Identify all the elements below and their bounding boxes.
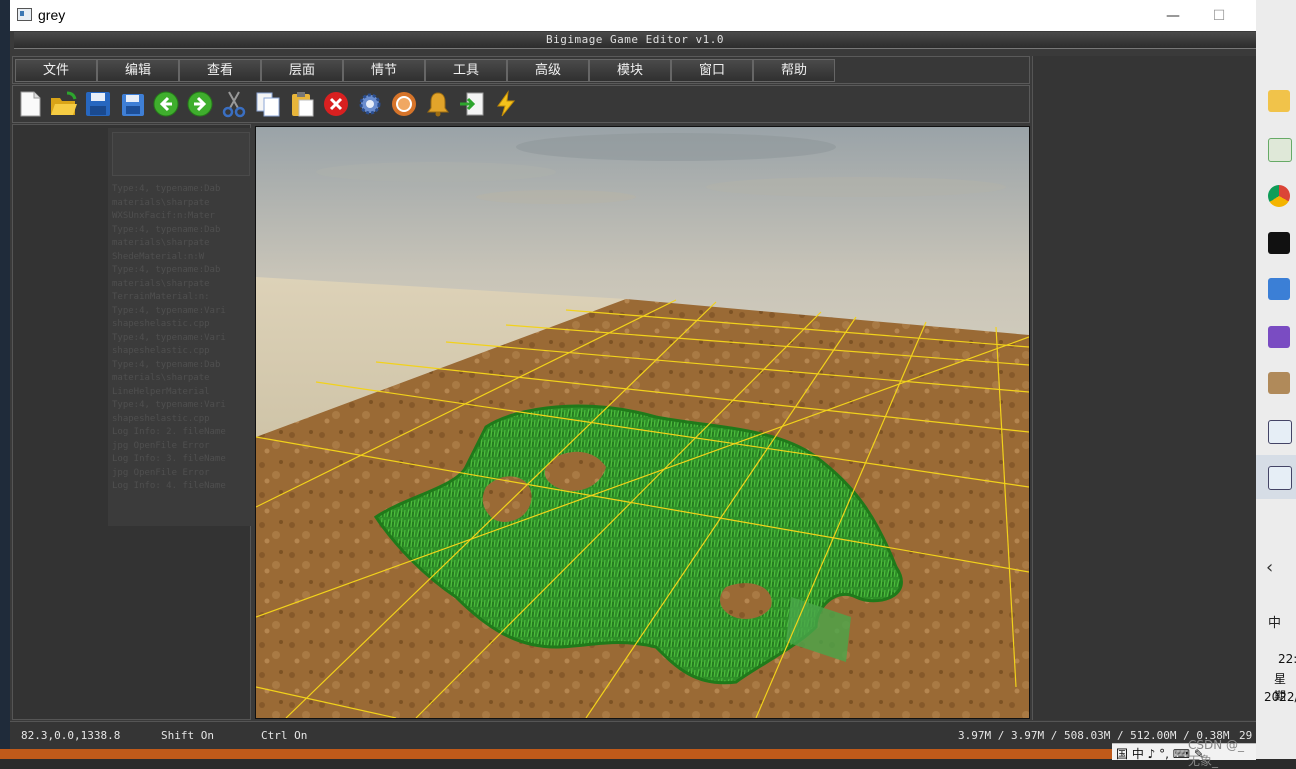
clock-date[interactable]: 2022/ xyxy=(1264,690,1296,704)
log-line: LineHelperMaterial xyxy=(112,386,210,397)
visual-studio-icon[interactable] xyxy=(1268,326,1290,348)
log-line: jpg OpenFile Error xyxy=(112,467,210,478)
properties-panel xyxy=(1032,56,1257,720)
export-icon[interactable] xyxy=(457,89,487,119)
log-line: Log Info: 2. fileName xyxy=(112,427,226,437)
clock-time[interactable]: 22: xyxy=(1278,652,1296,666)
log-line: Type:4, typename:Dab xyxy=(112,265,221,275)
3d-viewport[interactable] xyxy=(255,126,1030,719)
log-line: shapeshelastic.cpp xyxy=(112,346,210,356)
log-line: Log Info: 4. fileName xyxy=(112,481,226,491)
log-line: materials\sharpate xyxy=(112,278,210,289)
menu-plot[interactable]: 情节 xyxy=(343,59,425,82)
log-line: materials\sharpate xyxy=(112,238,210,248)
save-icon[interactable] xyxy=(83,89,113,119)
lightning-icon[interactable] xyxy=(491,89,521,119)
terminal-icon[interactable] xyxy=(1268,232,1290,254)
menu-file[interactable]: 文件 xyxy=(15,59,97,82)
open-folder-icon[interactable] xyxy=(49,89,79,119)
os-window-titlebar: grey — ☐ xyxy=(10,0,1256,32)
menu-advanced[interactable]: 高级 xyxy=(507,59,589,82)
log-line: WXSUnxFacif:n:Mater xyxy=(112,211,215,221)
editor-titlebar: Bigimage Game Editor v1.0 xyxy=(14,32,1256,49)
minimize-button[interactable]: — xyxy=(1150,0,1196,31)
copy-icon[interactable] xyxy=(253,89,283,119)
active-app-highlight[interactable] xyxy=(1256,455,1296,499)
folder-icon[interactable] xyxy=(1268,90,1290,112)
log-header xyxy=(112,132,250,176)
toolbar xyxy=(12,85,1030,123)
status-bar: 82.3,0.0,1338.8 Shift On Ctrl On 3.97M /… xyxy=(10,721,1256,750)
log-line: Type:4, typename:Vari xyxy=(112,400,226,410)
log-line: shapeshelastic.cpp xyxy=(112,413,210,424)
ctrl-state: Ctrl On xyxy=(261,729,308,742)
log-line: Type:4, typename:Dab xyxy=(112,359,221,370)
menu-layer[interactable]: 层面 xyxy=(261,59,343,82)
os-window-title: grey xyxy=(38,7,66,23)
monitor-app-icon[interactable] xyxy=(1268,138,1292,162)
menu-view[interactable]: 查看 xyxy=(179,59,261,82)
desktop-bottom-edge xyxy=(0,749,1256,759)
back-arrow-icon[interactable] xyxy=(151,89,181,119)
menu-help[interactable]: 帮助 xyxy=(753,59,835,82)
ime-toolbar[interactable]: 国 中 ♪ °, ⌨ ✎ CSDN @_无象_ xyxy=(1112,738,1256,768)
shift-state: Shift On xyxy=(161,729,214,742)
tool-app-icon[interactable] xyxy=(1268,372,1290,394)
grey-window-icon[interactable] xyxy=(1268,466,1292,490)
log-line: Log Info: 3. fileName xyxy=(112,454,226,464)
os-taskbar: ‹ 中 22: 星期 2022/ xyxy=(1256,0,1296,759)
log-line: materials\sharpate xyxy=(112,197,210,208)
menu-module[interactable]: 模块 xyxy=(589,59,671,82)
app-window-icon xyxy=(17,8,32,21)
cut-icon[interactable] xyxy=(219,89,249,119)
maximize-button[interactable]: ☐ xyxy=(1196,0,1242,31)
log-line: ShedeMaterial:n:W xyxy=(112,251,205,262)
new-file-icon[interactable] xyxy=(15,89,45,119)
chrome-icon[interactable] xyxy=(1268,185,1290,207)
settings-gear-icon[interactable] xyxy=(355,89,385,119)
log-line: TerrainMaterial:n: xyxy=(112,292,210,302)
menu-bar: 文件 编辑 查看 层面 情节 工具 高级 模块 窗口 帮助 xyxy=(12,56,1030,84)
log-line: Type:4, typename:Dab xyxy=(112,184,221,194)
menu-edit[interactable]: 编辑 xyxy=(97,59,179,82)
log-line: Type:4, typename:Vari xyxy=(112,332,226,343)
forward-arrow-icon[interactable] xyxy=(185,89,215,119)
editor-title: Bigimage Game Editor v1.0 xyxy=(545,33,725,46)
log-panel: Type:4, typename:Dab materials\sharpate WX… xyxy=(108,128,254,526)
editor-app-icon[interactable] xyxy=(1268,420,1292,444)
ime-indicator[interactable]: 中 xyxy=(1268,612,1281,631)
log-line: Type:4, typename:Vari xyxy=(112,305,226,316)
menu-window[interactable]: 窗口 xyxy=(671,59,753,82)
render-icon[interactable] xyxy=(389,89,419,119)
delete-icon[interactable] xyxy=(321,89,351,119)
save-as-icon[interactable] xyxy=(117,89,147,119)
coordinates-readout: 82.3,0.0,1338.8 xyxy=(21,729,121,742)
log-line: materials\sharpate xyxy=(112,373,210,383)
menu-tools[interactable]: 工具 xyxy=(425,59,507,82)
remote-desktop-icon[interactable] xyxy=(1268,278,1290,300)
bell-icon[interactable] xyxy=(423,89,453,119)
paste-icon[interactable] xyxy=(287,89,317,119)
chevron-left-icon[interactable]: ‹ xyxy=(1266,557,1273,578)
log-line: Type:4, typename:Dab xyxy=(112,224,221,235)
watermark: CSDN @_无象_ xyxy=(1188,738,1245,768)
log-line: jpg OpenFile Error xyxy=(112,440,210,451)
desktop-edge xyxy=(0,0,10,759)
log-line: shapeshelastic.cpp xyxy=(112,319,210,329)
